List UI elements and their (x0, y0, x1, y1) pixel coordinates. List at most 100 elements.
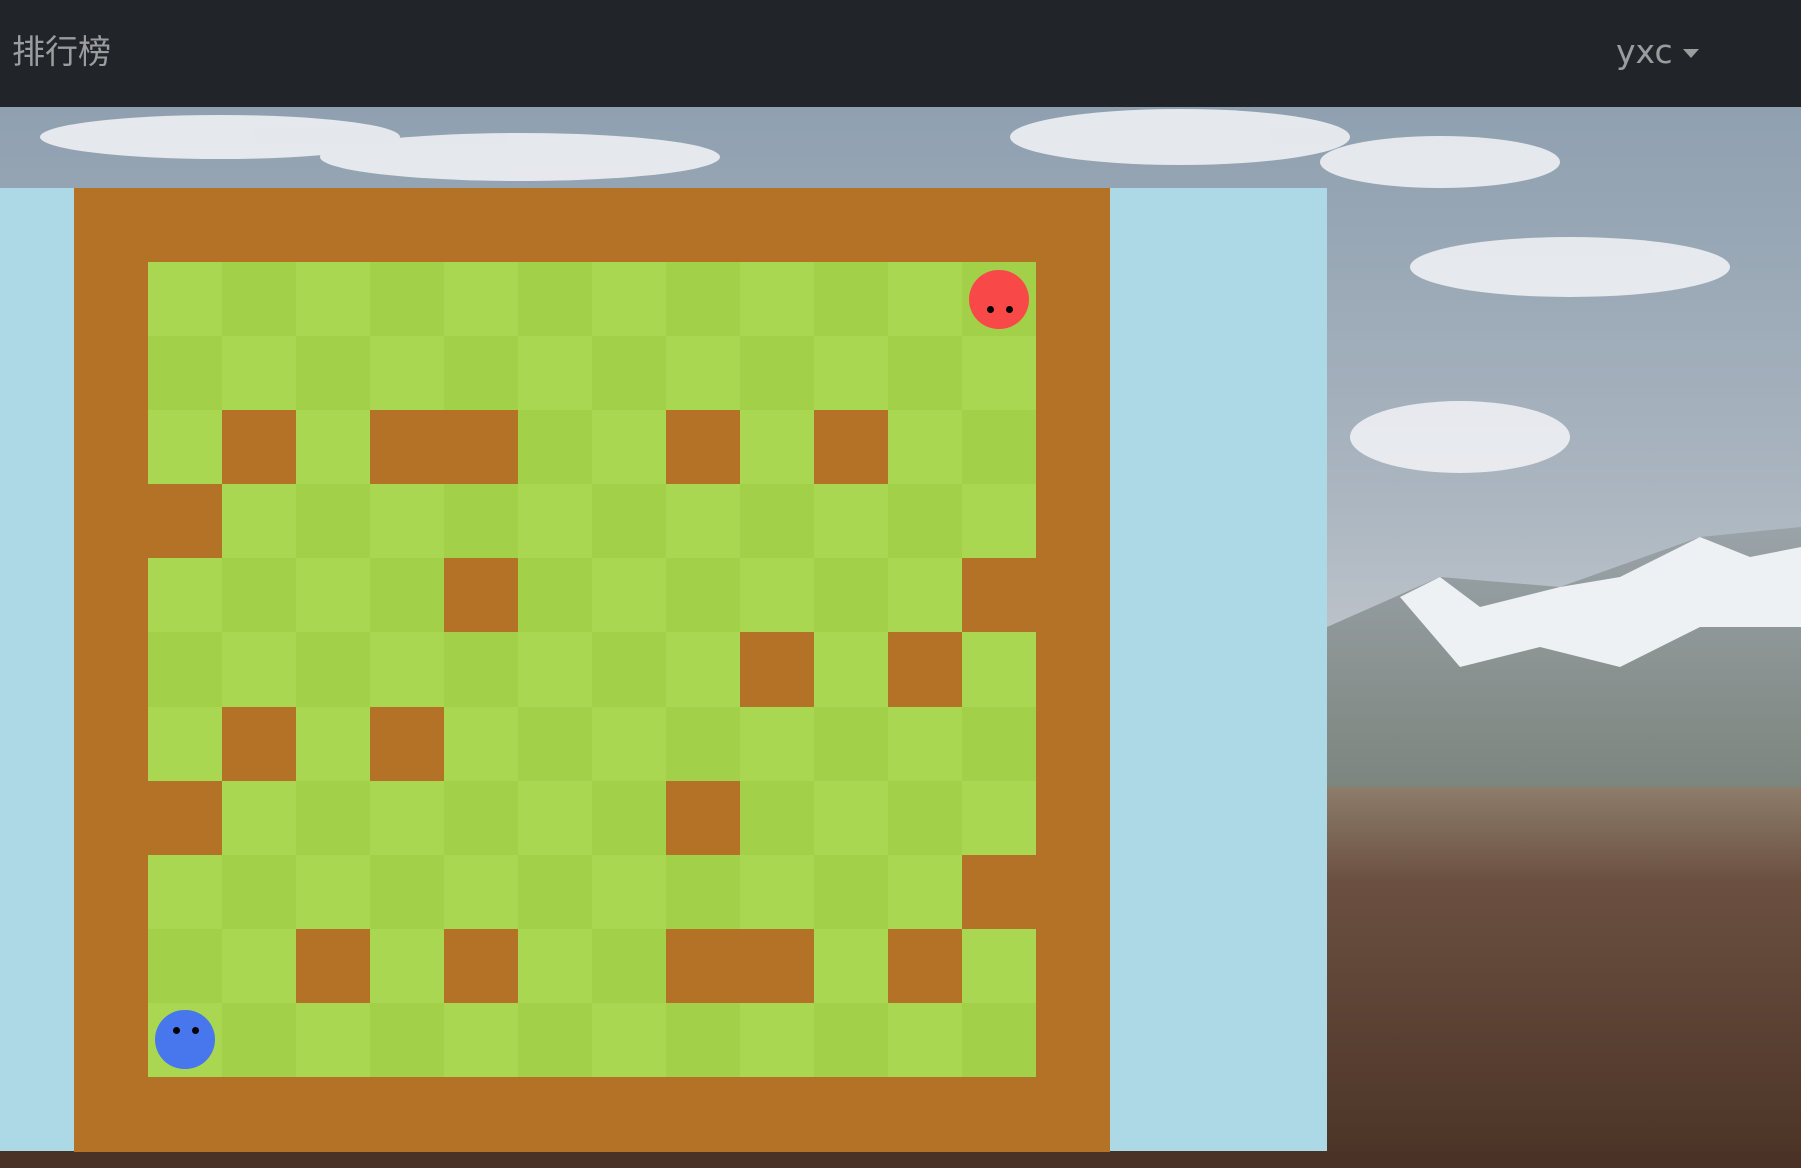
top-navbar: 排行榜 yxc (0, 0, 1801, 107)
grass-cell (370, 262, 444, 338)
wall-cell (74, 336, 148, 412)
grass-cell (370, 558, 444, 634)
grass-cell (148, 632, 222, 708)
grass-cell (814, 780, 888, 856)
wall-cell (666, 410, 740, 486)
grass-cell (444, 262, 518, 338)
grass-cell (296, 558, 370, 634)
wall-cell (148, 188, 222, 263)
wall-cell (444, 410, 518, 486)
grass-cell (148, 336, 222, 412)
grass-cell (370, 928, 444, 1004)
wall-cell (222, 188, 296, 263)
grass-cell (370, 780, 444, 856)
grass-cell (888, 410, 962, 486)
left-eye-icon (173, 1026, 181, 1034)
right-eye-icon (192, 1026, 200, 1034)
grass-cell (222, 336, 296, 412)
grass-cell (814, 484, 888, 560)
grass-cell (518, 558, 592, 634)
grass-cell (592, 410, 666, 486)
grass-cell (888, 706, 962, 782)
wall-cell (1036, 410, 1110, 486)
right-eye-icon (1006, 306, 1014, 314)
grass-cell (888, 1002, 962, 1078)
grass-cell (962, 484, 1036, 560)
ranklist-link[interactable]: 排行榜 (12, 28, 111, 76)
wall-cell (148, 1076, 222, 1152)
wall-cell (1036, 1002, 1110, 1078)
grass-cell (666, 558, 740, 634)
red-snake[interactable] (969, 269, 1029, 329)
grass-cell (296, 632, 370, 708)
wall-cell (1036, 780, 1110, 856)
grass-cell (518, 854, 592, 930)
wall-cell (74, 706, 148, 782)
grass-cell (592, 336, 666, 412)
game-board[interactable] (74, 188, 1110, 1152)
grass-cell (370, 854, 444, 930)
grass-cell (740, 854, 814, 930)
grass-cell (518, 1002, 592, 1078)
grass-cell (296, 262, 370, 338)
grass-cell (518, 928, 592, 1004)
grass-cell (518, 632, 592, 708)
wall-cell (296, 188, 370, 263)
grass-cell (814, 928, 888, 1004)
grass-cell (592, 1002, 666, 1078)
wall-cell (74, 928, 148, 1004)
grass-cell (444, 1002, 518, 1078)
wall-cell (370, 1076, 444, 1152)
grass-cell (222, 854, 296, 930)
grass-cell (222, 262, 296, 338)
grass-cell (592, 854, 666, 930)
wall-cell (74, 1076, 148, 1152)
grass-cell (740, 1002, 814, 1078)
grass-cell (740, 558, 814, 634)
grass-cell (888, 854, 962, 930)
grass-cell (666, 706, 740, 782)
grass-cell (370, 336, 444, 412)
wall-cell (444, 558, 518, 634)
user-menu-dropdown[interactable]: yxc (1616, 30, 1699, 74)
grass-cell (666, 854, 740, 930)
wall-cell (666, 928, 740, 1004)
wall-cell (1036, 484, 1110, 560)
grass-cell (444, 484, 518, 560)
wall-cell (1036, 928, 1110, 1004)
blue-snake[interactable] (155, 1010, 215, 1070)
wall-cell (74, 854, 148, 930)
wall-cell (74, 632, 148, 708)
wall-cell (370, 188, 444, 263)
grass-cell (518, 706, 592, 782)
wall-cell (814, 410, 888, 486)
grass-cell (222, 558, 296, 634)
grass-cell (148, 928, 222, 1004)
wall-cell (518, 188, 592, 263)
wall-cell (74, 262, 148, 338)
grass-cell (222, 780, 296, 856)
wall-cell (592, 188, 666, 263)
wall-cell (222, 1076, 296, 1152)
grass-cell (666, 336, 740, 412)
wall-cell (666, 1076, 740, 1152)
grass-cell (962, 928, 1036, 1004)
grass-cell (296, 780, 370, 856)
wall-cell (962, 188, 1036, 263)
wall-cell (222, 410, 296, 486)
grass-cell (740, 262, 814, 338)
wall-cell (444, 1076, 518, 1152)
grass-cell (444, 632, 518, 708)
wall-cell (74, 484, 148, 560)
wall-cell (296, 1076, 370, 1152)
wall-cell (814, 1076, 888, 1152)
wall-cell (1036, 558, 1110, 634)
wall-cell (370, 706, 444, 782)
grass-cell (296, 854, 370, 930)
wall-cell (592, 1076, 666, 1152)
grass-cell (296, 1002, 370, 1078)
wall-cell (1036, 706, 1110, 782)
grass-cell (666, 484, 740, 560)
wall-cell (370, 410, 444, 486)
grass-cell (370, 1002, 444, 1078)
